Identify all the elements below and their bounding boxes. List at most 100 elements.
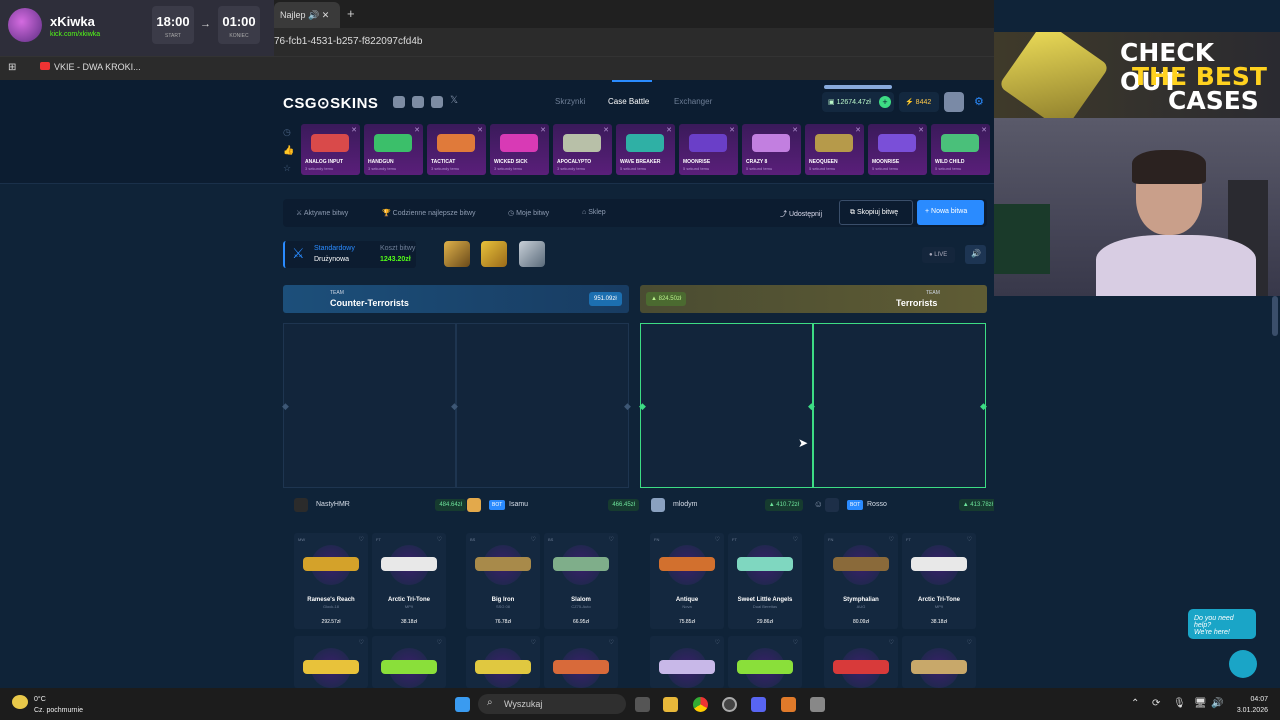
heart-icon[interactable]: ♡	[359, 536, 364, 543]
new-tab-button[interactable]: +	[347, 6, 355, 21]
heart-icon[interactable]: ♡	[889, 639, 894, 646]
close-icon[interactable]: ✕	[981, 126, 987, 134]
start-icon[interactable]	[455, 697, 470, 712]
close-icon[interactable]: ✕	[603, 126, 609, 134]
heart-icon[interactable]: ♡	[531, 639, 536, 646]
close-icon[interactable]: ✕	[477, 126, 483, 134]
scrollbar[interactable]	[1272, 296, 1278, 336]
star-icon[interactable]: ☆	[283, 163, 291, 174]
heart-icon[interactable]: ♡	[967, 536, 972, 543]
heart-icon[interactable]: ♡	[609, 639, 614, 646]
bookmark-item[interactable]: VKIE - DWA KROKI...	[54, 62, 141, 72]
item-card[interactable]: ♡	[650, 636, 724, 688]
weather[interactable]: 0°C Cz. pochmurnie	[34, 694, 83, 716]
heart-icon[interactable]: ♡	[715, 639, 720, 646]
case-icon[interactable]	[519, 241, 545, 267]
emoji-icon[interactable]: ☺	[814, 499, 823, 509]
item-card[interactable]: MW ♡ Ramese's Reach Glock-18 292.57zł	[294, 533, 368, 629]
item-card[interactable]: ♡	[372, 636, 446, 688]
drop-item[interactable]: CRAZY 85 sekund temu ✕	[742, 124, 801, 175]
item-card[interactable]: BS ♡ Big Iron SSG 08 76.78zł	[466, 533, 540, 629]
heart-icon[interactable]: ♡	[793, 536, 798, 543]
item-card[interactable]: ♡	[544, 636, 618, 688]
chrome-icon[interactable]	[693, 697, 708, 712]
speaker-icon[interactable]: 🔊	[1211, 698, 1223, 709]
item-card[interactable]: FT ♡ Sweet Little Angels Dual Berettas 29.86…	[728, 533, 802, 629]
heart-icon[interactable]: ♡	[715, 536, 720, 543]
thumbs-up-icon[interactable]: 👍	[283, 145, 294, 156]
drop-item[interactable]: WICKED SICK 3 sekundy temu ✕	[490, 124, 549, 175]
drop-item[interactable]: ANALOG INPUT 3 sekundy temu ✕	[301, 124, 360, 175]
sync-icon[interactable]: ⟳	[1152, 698, 1160, 709]
heart-icon[interactable]: ♡	[531, 536, 536, 543]
daily-best-link[interactable]: 🏆 Codzienne najlepsze bitwy	[382, 209, 476, 217]
active-battles-link[interactable]: ⚔ Aktywne bitwy	[296, 209, 348, 217]
new-battle-button[interactable]: + Nowa bitwa	[917, 200, 984, 225]
close-icon[interactable]: ✕	[918, 126, 924, 134]
item-card[interactable]: ♡	[902, 636, 976, 688]
address-bar[interactable]: 76-fcb1-4531-b257-f822097cfd4b	[274, 32, 994, 52]
heart-icon[interactable]: ♡	[793, 639, 798, 646]
item-card[interactable]: ♡	[466, 636, 540, 688]
drop-item[interactable]: WAVE BREAKER 5 sekund temu ✕	[616, 124, 675, 175]
drop-item[interactable]: WILD CHILD 5 sekund temu ✕	[931, 124, 990, 175]
close-icon[interactable]: ✕	[540, 126, 546, 134]
heart-icon[interactable]: ♡	[359, 639, 364, 646]
case-icon[interactable]	[481, 241, 507, 267]
taskbar-search[interactable]: ⌕ Wyszukaj	[478, 694, 626, 714]
tray-chevron-icon[interactable]: ⌃	[1131, 698, 1139, 709]
close-icon[interactable]: ✕	[351, 126, 357, 134]
settings-icon[interactable]	[810, 697, 825, 712]
drop-item[interactable]: NEOQUEEN 5 sekund temu ✕	[805, 124, 864, 175]
close-icon[interactable]: ✕	[414, 126, 420, 134]
copy-battle-button[interactable]: ⧉ Skopiuj bitwę	[839, 200, 913, 225]
facebook-icon[interactable]	[412, 96, 424, 108]
mic-icon[interactable]: 🎙	[1173, 698, 1186, 709]
item-card[interactable]: FN ♡ Antique Nova 75.85zł	[650, 533, 724, 629]
clock[interactable]: 04:07 3.01.2026	[1232, 694, 1268, 716]
discord-icon[interactable]	[393, 96, 405, 108]
discord-taskbar-icon[interactable]	[751, 697, 766, 712]
file-explorer-icon[interactable]	[663, 697, 678, 712]
nav-cases[interactable]: Skrzynki	[555, 97, 585, 106]
my-battles-link[interactable]: ◷ Moje bitwy	[508, 209, 549, 217]
close-icon[interactable]: ✕	[666, 126, 672, 134]
deposit-plus-icon[interactable]: +	[879, 96, 891, 108]
drop-item[interactable]: HANDGUN 3 sekundy temu ✕	[364, 124, 423, 175]
heart-icon[interactable]: ♡	[967, 639, 972, 646]
item-card[interactable]: ♡	[728, 636, 802, 688]
settings-gear-icon[interactable]: ⚙	[974, 95, 986, 108]
item-card[interactable]: BS ♡ Slalom CZ75-Auto 66.95zł	[544, 533, 618, 629]
app-icon[interactable]	[781, 697, 796, 712]
item-card[interactable]: FN ♡ Stymphalian AUG 80.09zł	[824, 533, 898, 629]
instagram-icon[interactable]	[431, 96, 443, 108]
nav-exchanger[interactable]: Exchanger	[674, 97, 712, 106]
history-icon[interactable]: ◷	[283, 127, 291, 138]
item-card[interactable]: FT ♡ Arctic Tri-Tone MP9 38.18zł	[372, 533, 446, 629]
close-icon[interactable]: ✕	[729, 126, 735, 134]
volume-icon[interactable]: 🔊	[965, 245, 986, 264]
apps-icon[interactable]: ⊞	[8, 62, 16, 73]
drop-item[interactable]: TACTICAT 3 sekundy temu ✕	[427, 124, 486, 175]
heart-icon[interactable]: ♡	[889, 536, 894, 543]
drop-item[interactable]: MOONRISE 5 sekund temu ✕	[679, 124, 738, 175]
close-icon[interactable]: ✕	[855, 126, 861, 134]
x-icon[interactable]: 𝕏	[450, 95, 458, 106]
heart-icon[interactable]: ♡	[609, 536, 614, 543]
shop-link[interactable]: ⌂ Sklep	[582, 209, 606, 216]
task-view-icon[interactable]	[635, 697, 650, 712]
browser-tab[interactable]: Najlep 🔊 ✕	[274, 2, 340, 28]
heart-icon[interactable]: ♡	[437, 536, 442, 543]
drop-item[interactable]: MOONRISE 5 sekund temu ✕	[868, 124, 927, 175]
coins-box[interactable]: ⚡ 8442	[899, 92, 939, 112]
close-icon[interactable]: ✕	[792, 126, 798, 134]
item-card[interactable]: FT ♡ Arctic Tri-Tone MP9 38.18zł	[902, 533, 976, 629]
nav-case-battle[interactable]: Case Battle	[608, 97, 649, 106]
item-card[interactable]: ♡	[824, 636, 898, 688]
obs-icon[interactable]	[722, 697, 737, 712]
help-bubble[interactable]: Do you need help? We're here!	[1188, 609, 1256, 639]
user-avatar[interactable]	[944, 92, 964, 112]
network-icon[interactable]: 🖥	[1194, 698, 1207, 709]
case-icon[interactable]	[444, 241, 470, 267]
chat-icon[interactable]	[1229, 650, 1257, 678]
